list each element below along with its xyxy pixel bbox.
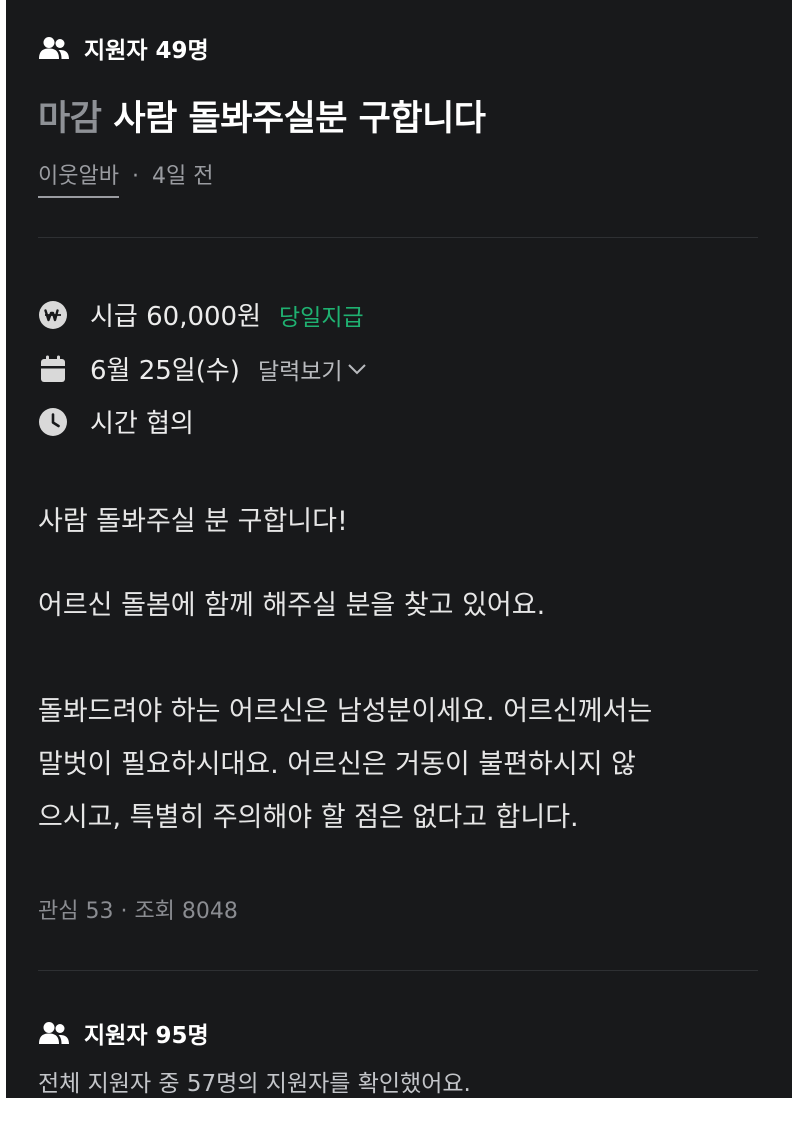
people-icon <box>39 1022 69 1044</box>
interest-view-stats: 관심 53 · 조회 8048 <box>38 899 238 924</box>
chevron-down-icon <box>347 363 366 374</box>
posted-time: 4일 전 <box>151 164 214 189</box>
applicants-count-header: 지원자 49명 <box>38 31 209 65</box>
description-line: 으시고, 특별히 주의해야 할 점은 없다고 합니다. <box>38 802 579 833</box>
job-post-screen: 지원자 49명 마감 사람 돌봐주실분 구합니다 이웃알바 · 4일 전 시급 6… <box>6 0 792 1098</box>
description-blank-line <box>38 627 758 669</box>
date-text: 6월 25일(수) <box>90 356 240 386</box>
post-title-text: 사람 돌봐주실분 구합니다 <box>113 99 486 139</box>
time-text: 시간 협의 <box>90 409 194 439</box>
description-body: 사람 돌봐주실 분 구합니다! 어르신 돌봄에 함께 해주실 분을 찾고 있어요… <box>38 501 758 839</box>
same-day-pay-badge: 당일지급 <box>279 304 364 331</box>
applicants-confirmed-text: 전체 지원자 중 57명의 지원자를 확인했어요. <box>38 1071 471 1097</box>
description-blank-line <box>38 543 758 585</box>
time-row: 시간 협의 <box>38 403 194 440</box>
view-calendar-label: 달력보기 <box>257 358 343 385</box>
author-line: 이웃알바 · 4일 전 <box>38 158 213 198</box>
closed-status-badge: 마감 <box>38 99 102 139</box>
applicants-section-count: 지원자 95명 <box>84 1023 209 1049</box>
meta-separator: · <box>131 164 139 189</box>
description-line: 어르신 돌봄에 함께 해주실 분을 찾고 있어요. <box>38 590 546 621</box>
view-calendar-link[interactable]: 달력보기 <box>258 352 367 386</box>
people-icon <box>39 37 69 59</box>
author-link[interactable]: 이웃알바 <box>38 158 119 198</box>
wage-row: 시급 60,000원 당일지급 <box>38 296 364 333</box>
divider <box>38 970 758 971</box>
wage-text: 시급 60,000원 <box>90 302 261 332</box>
calendar-icon <box>41 355 65 382</box>
description-line: 말벗이 필요하시대요. 어르신은 거동이 불편하시지 않 <box>38 749 636 780</box>
divider <box>38 237 758 238</box>
applicants-section-header: 지원자 95명 <box>38 1016 209 1050</box>
date-row: 6월 25일(수) 달력보기 <box>38 350 367 387</box>
description-line: 돌봐드려야 하는 어르신은 남성분이세요. 어르신께서는 <box>38 696 653 727</box>
page-title: 마감 사람 돌봐주실분 구합니다 <box>38 90 486 141</box>
applicants-count-text: 지원자 49명 <box>84 38 209 64</box>
won-coin-icon <box>39 300 67 329</box>
description-line: 사람 돌봐주실 분 구합니다! <box>38 506 348 537</box>
clock-icon <box>39 407 67 436</box>
